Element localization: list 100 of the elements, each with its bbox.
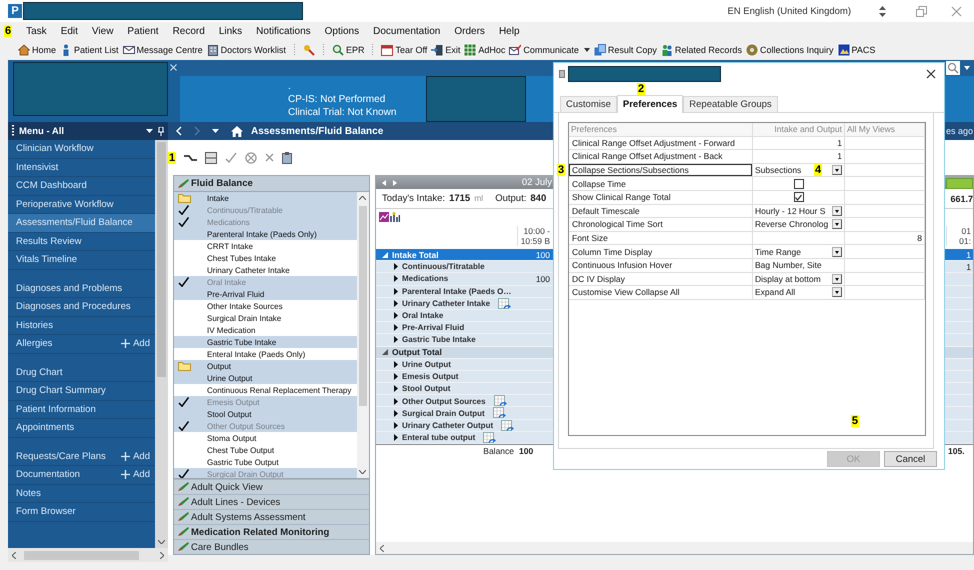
- column-header[interactable]: 01 01:: [946, 226, 973, 246]
- add-button[interactable]: Add: [121, 469, 150, 480]
- panel-icon[interactable]: [205, 152, 218, 164]
- expand-icon[interactable]: [394, 263, 398, 270]
- toolbar-grip[interactable]: [292, 43, 296, 57]
- list-item[interactable]: IV Medication: [174, 324, 357, 336]
- expand-icon[interactable]: [394, 275, 398, 282]
- section-header[interactable]: Adult Systems Assessment: [174, 509, 369, 524]
- dropdown-value[interactable]: Expand All: [755, 287, 796, 298]
- expand-icon[interactable]: [394, 372, 398, 380]
- list-item[interactable]: Stool Output: [174, 408, 357, 420]
- close-icon[interactable]: [926, 69, 936, 79]
- scrollbar[interactable]: [155, 140, 168, 548]
- key-icon[interactable]: [302, 44, 315, 56]
- list-item[interactable]: Chest Tubes Intake: [174, 252, 357, 264]
- column-header[interactable]: 10:00 - 10:59 B: [517, 226, 552, 246]
- dropdown-button[interactable]: [832, 206, 842, 216]
- toolbar-button[interactable]: Result Copy: [594, 44, 657, 56]
- list-item[interactable]: Enteral Intake (Paeds Only): [174, 348, 357, 360]
- add-button[interactable]: Add: [121, 338, 150, 350]
- list-item[interactable]: Gastric Tube Intake: [174, 336, 357, 348]
- expand-icon[interactable]: [394, 410, 398, 417]
- dropdown-button[interactable]: [832, 165, 842, 176]
- toolbar-button[interactable]: Related Records: [660, 44, 742, 56]
- menu-item[interactable]: Options: [324, 26, 360, 36]
- menu-item[interactable]: Edit: [60, 26, 78, 36]
- section-header[interactable]: Adult Lines - Devices: [174, 494, 369, 509]
- section-header[interactable]: Fluid Balance: [174, 176, 369, 191]
- toolbar-button[interactable]: Patient List: [60, 44, 119, 56]
- table-icon[interactable]: [492, 407, 506, 420]
- list-item[interactable]: Gastric Tube Output: [174, 456, 357, 468]
- menu-item[interactable]: Task: [26, 26, 47, 36]
- connector-icon[interactable]: [184, 152, 198, 162]
- menu-item[interactable]: View: [92, 26, 114, 36]
- preference-label[interactable]: Chronological Time Sort: [569, 218, 752, 231]
- toolbar-button[interactable]: Message Centre: [122, 44, 203, 56]
- dropdown-value[interactable]: Display at bottom: [755, 274, 821, 284]
- table-icon[interactable]: [501, 420, 514, 432]
- forward-icon[interactable]: [393, 180, 397, 186]
- preference-label[interactable]: Continuous Infusion Hover: [569, 258, 752, 272]
- checkbox[interactable]: [794, 178, 804, 189]
- menu-item[interactable]: Help: [498, 26, 520, 36]
- tab[interactable]: Repeatable Groups: [683, 96, 778, 112]
- dropdown-value[interactable]: Subsections: [755, 165, 802, 176]
- caret-icon[interactable]: [212, 129, 219, 133]
- preference-label[interactable]: Show Clinical Range Total: [569, 190, 752, 204]
- bar-chart-icon[interactable]: [390, 212, 400, 222]
- table-icon[interactable]: [498, 298, 512, 310]
- dropdown-button[interactable]: [832, 287, 842, 298]
- dropdown-button[interactable]: [832, 219, 842, 230]
- list-item[interactable]: CRRT Intake: [174, 240, 357, 252]
- menu-item[interactable]: Documentation: [373, 26, 440, 36]
- preference-label[interactable]: Customise View Collapse All: [569, 286, 752, 299]
- toolbar-button[interactable]: Exit: [431, 44, 460, 56]
- table-icon[interactable]: [494, 395, 507, 408]
- menu-item[interactable]: Patient: [127, 26, 159, 36]
- toolbar-grip[interactable]: [371, 43, 374, 57]
- tab[interactable]: Preferences: [616, 95, 684, 113]
- add-button[interactable]: Add: [121, 450, 150, 462]
- menu-button[interactable]: Communicate: [509, 44, 590, 56]
- caret-icon[interactable]: [964, 66, 970, 70]
- toolbar-button[interactable]: AdHoc: [464, 44, 506, 56]
- expand-icon[interactable]: [394, 300, 398, 308]
- list-item[interactable]: Continuous Renal Replacement Therapy: [174, 384, 357, 396]
- expand-icon[interactable]: [394, 336, 398, 344]
- list-item[interactable]: Parenteral Intake (Paeds Only): [174, 228, 357, 240]
- toolbar-button[interactable]: Tear Off: [381, 44, 428, 56]
- preference-label[interactable]: Collapse Sections/Subsections: [569, 164, 752, 176]
- menu-item[interactable]: Links: [218, 26, 242, 36]
- expand-icon[interactable]: [394, 360, 398, 368]
- scrollbar[interactable]: [357, 192, 369, 478]
- expand-icon[interactable]: [394, 422, 398, 430]
- list-item[interactable]: Surgical Drain Intake: [174, 312, 357, 324]
- restore-icon[interactable]: [916, 6, 927, 16]
- menu-item[interactable]: Orders: [454, 26, 485, 36]
- scrollbar[interactable]: [8, 548, 168, 562]
- checkbox[interactable]: [794, 192, 804, 202]
- list-item[interactable]: Chest Tube Output: [174, 444, 357, 456]
- cancel-icon[interactable]: [245, 152, 258, 164]
- expand-icon[interactable]: [394, 288, 398, 295]
- toolbar-button[interactable]: Doctors Worklist: [206, 44, 286, 56]
- scrollbar[interactable]: [376, 542, 973, 554]
- caret-icon[interactable]: [146, 129, 153, 133]
- preference-label[interactable]: Collapse Time: [569, 177, 752, 190]
- expand-icon[interactable]: [394, 398, 398, 405]
- section-header[interactable]: Adult Quick View: [174, 479, 369, 494]
- pin-icon[interactable]: [158, 126, 164, 136]
- list-item[interactable]: Other Intake Sources: [174, 300, 357, 312]
- chart-icon[interactable]: [379, 212, 389, 222]
- table-icon[interactable]: [483, 432, 496, 444]
- toolbar-button[interactable]: EPR: [332, 44, 364, 56]
- preference-label[interactable]: Font Size: [569, 232, 752, 244]
- collapse-icon[interactable]: [382, 349, 388, 356]
- list-item[interactable]: Intake: [174, 192, 357, 204]
- dropdown-value[interactable]: Hourly - 12 Hour S: [755, 206, 826, 216]
- home-icon[interactable]: [231, 126, 243, 136]
- clipboard-icon[interactable]: [282, 152, 292, 164]
- toolbar-button[interactable]: Collections Inquiry: [746, 44, 834, 56]
- preference-label[interactable]: Column Time Display: [569, 245, 752, 258]
- expand-icon[interactable]: [394, 385, 398, 392]
